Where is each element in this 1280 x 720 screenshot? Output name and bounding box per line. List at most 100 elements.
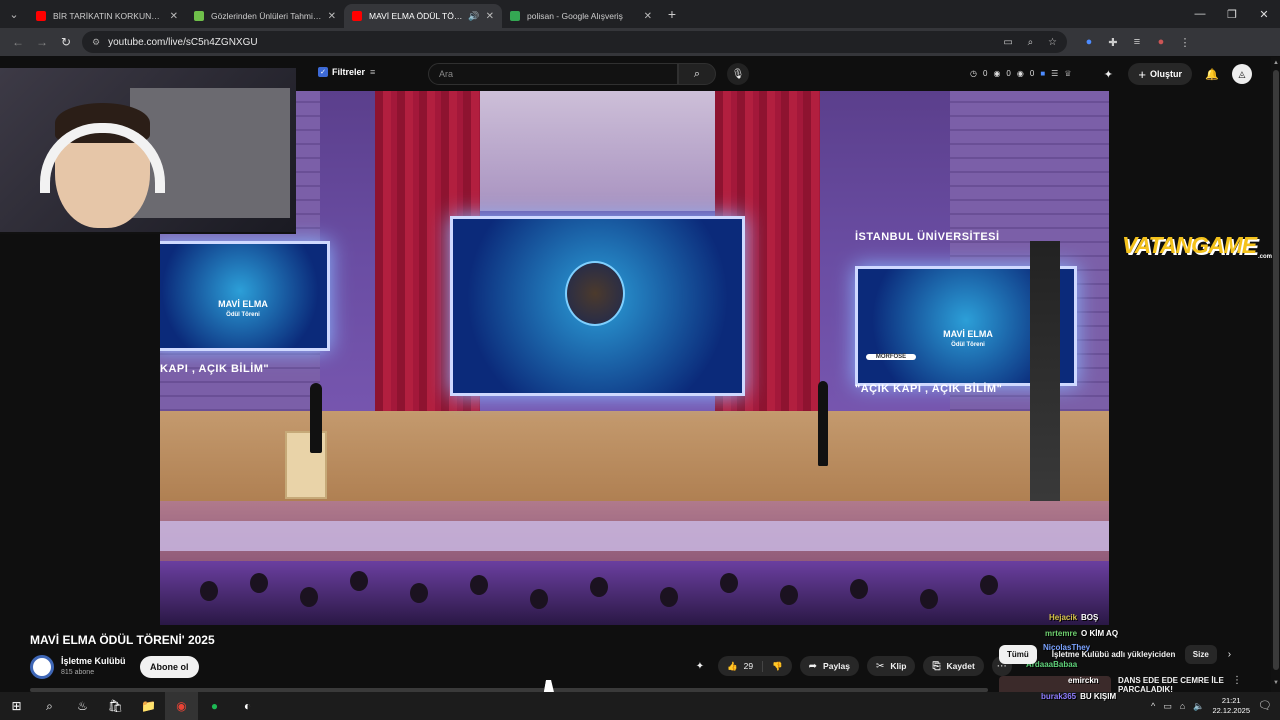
screen-left-text: MAVİ ELMA [218,299,268,309]
audience-head [920,589,938,609]
save-label: Kaydet [946,661,975,671]
scrollbar-thumb[interactable] [1273,70,1279,670]
list-icon[interactable]: ☰ [1051,69,1058,78]
close-icon[interactable]: ✕ [328,11,336,22]
filters-button[interactable]: ✓ Filtreler ≡ [318,67,375,77]
audience-head [780,585,798,605]
steam-icon[interactable]: ♨ [66,692,99,720]
network-icon[interactable]: ⌂ [1180,701,1185,711]
extension-icon[interactable]: ■ [1040,69,1045,78]
bookmark-star-icon[interactable]: ☆ [1048,37,1057,48]
back-icon[interactable]: ← [6,30,30,54]
create-button[interactable]: + Oluştur [1128,63,1192,85]
file-explorer-icon[interactable]: 📁 [132,692,165,720]
avatar[interactable]: ◬ [1232,64,1252,84]
chat-text: O KİM AQ [1081,629,1119,638]
audience-head [720,573,738,593]
video-portrait [565,261,625,326]
volume-icon[interactable]: 🔈 [1193,701,1204,712]
channel-name[interactable]: İşletme Kulübü [61,656,126,666]
tab-3[interactable]: MAVİ ELMA ÖDÜL TÖRENİ 🔊 ✕ [344,4,502,28]
chat-message: mrtemre O KİM AQ [1045,629,1118,638]
speaker-icon[interactable]: 🔊 [468,11,479,22]
video-stage-front [160,521,1109,551]
window-controls: — ❐ ✕ [1184,0,1280,28]
extension-icon[interactable]: ● [1077,36,1101,49]
google-shopping-icon [510,11,520,21]
chevron-up-icon[interactable]: ^ [1151,701,1155,711]
puzzle-icon[interactable]: ✚ [1101,36,1125,49]
chip-all[interactable]: Tümü [999,645,1037,664]
cast-icon[interactable]: ▭ [1003,37,1012,48]
mic-icon[interactable]: 🎙 [727,63,749,85]
like-button[interactable]: 👍 29 [718,660,764,672]
video-backdrop-photo [475,91,715,211]
eye-icon: ◉ [993,69,1001,78]
menu-dots-icon[interactable]: ⋮ [1173,36,1197,49]
reload-icon[interactable]: ↻ [54,30,78,54]
clock[interactable]: 21:21 22.12.2025 [1212,696,1250,716]
chip-for-you[interactable]: Size [1184,645,1217,664]
audience-head [660,587,678,607]
chevron-right-icon[interactable]: › [1228,649,1231,660]
obs-icon[interactable]: ◐ [231,692,264,720]
extension-icon[interactable]: ✦ [690,656,710,676]
youtube-icon [352,11,362,21]
audience-head [300,587,318,607]
spotify-icon[interactable]: ● [198,692,231,720]
audience-head [250,573,268,593]
restore-icon[interactable]: ❐ [1216,0,1248,28]
save-button[interactable]: ⎘ Kaydet [923,656,984,676]
new-tab-icon[interactable]: + [660,6,684,22]
video-player[interactable]: MAVİ ELMA Ödül Töreni İSTANBUL ÜNİVERSİT… [160,91,1109,625]
trophy-icon[interactable]: ♕ [1064,69,1071,78]
zoom-icon[interactable]: ⌕ [1028,37,1034,48]
stat-value: 0 [1006,69,1011,78]
tab-4[interactable]: polisan - Google Alışveriş ✕ [502,4,660,28]
minimize-icon[interactable]: — [1184,0,1216,28]
tab-1[interactable]: BİR TARİKATIN KORKUNÇ SONU ✕ [28,4,186,28]
search-icon[interactable]: ⌕ [33,692,66,720]
store-icon[interactable]: 🛍 [99,692,132,720]
forward-icon[interactable]: → [30,30,54,54]
video-title: MAVİ ELMA ÖDÜL TÖRENİ' 2025 [30,633,215,647]
profile-avatar-icon[interactable]: ● [1149,36,1173,49]
tab-2[interactable]: Gözlerinden Ünlüleri Tahmin Et ✕ [186,4,344,28]
share-button[interactable]: ➦ Paylaş [799,656,859,676]
bell-icon[interactable]: 🔔 [1202,63,1222,85]
search-input[interactable]: Ara [428,63,678,85]
search-icon[interactable]: ⌕ [678,63,716,85]
subscribe-button[interactable]: Abone ol [140,656,199,678]
header-actions: ✦ + Oluştur 🔔 ◬ [1098,63,1252,85]
windows-start-icon[interactable]: ⊞ [0,692,33,720]
clip-button[interactable]: ✂ Klip [867,656,916,676]
chat-username: burak365 [1041,692,1077,701]
display-icon[interactable]: ▭ [1163,701,1172,712]
audience-head [980,575,998,595]
youtube-icon [36,11,46,21]
chrome-icon[interactable]: ◉ [165,692,198,720]
notification-icon[interactable]: 🗨 [1258,699,1272,712]
dislike-button[interactable]: 👎 [763,661,792,672]
close-icon[interactable]: ✕ [486,11,494,22]
url-bar[interactable]: ⚙ youtube.com/live/sC5n4ZGNXGU ▭ ⌕ ☆ [82,31,1067,53]
extension-stats: ◷ 0 ◉ 0 ◉ 0 ■ ☰ ♕ [970,69,1072,78]
close-icon[interactable]: ✕ [644,11,652,22]
tab-search-icon[interactable]: ⌄ [0,0,28,28]
screen-right-text: MAVİ ELMA [943,329,993,339]
close-icon[interactable]: ✕ [170,11,178,22]
channel-avatar[interactable] [30,655,54,679]
screen-right-sub: Ödül Töreni [951,342,985,348]
more-vert-icon[interactable]: ⋮ [1232,675,1242,686]
video-screen-left: MAVİ ELMA Ödül Töreni [160,241,330,351]
audience-head [530,589,548,609]
close-window-icon[interactable]: ✕ [1248,0,1280,28]
tab-title: BİR TARİKATIN KORKUNÇ SONU [53,11,164,21]
chat-message: burak365 BU KIŞIM [1041,692,1116,701]
settings-icon[interactable]: ✦ [1098,63,1118,85]
media-control-icon[interactable]: ≡ [1125,36,1149,49]
site-info-icon[interactable]: ⚙ [92,37,100,48]
chip-channel[interactable]: İşletme Kulübü adlı yükleyiciden [1044,645,1178,664]
screen-right-title: İSTANBUL ÜNİVERSİTESİ [855,231,1000,243]
scroll-up-icon[interactable]: ▲ [1273,60,1279,66]
